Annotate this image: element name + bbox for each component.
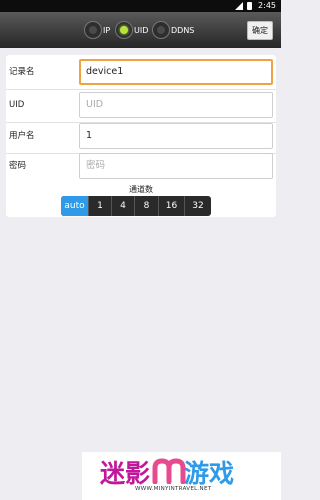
channel-count-selector: auto 1 4 8 16 32 <box>61 196 211 216</box>
radio-icon <box>152 21 170 39</box>
username-input[interactable]: 1 <box>79 123 273 149</box>
record-name-label: 记录名 <box>9 67 35 77</box>
uid-input[interactable]: UID <box>79 92 273 118</box>
status-bar: 2:45 <box>0 0 281 12</box>
battery-icon <box>247 2 252 10</box>
uid-label: UID <box>9 100 25 110</box>
status-time: 2:45 <box>258 1 276 10</box>
channel-option-4[interactable]: 4 <box>112 196 135 216</box>
radio-icon <box>84 21 102 39</box>
mode-ip-label: IP <box>103 25 111 35</box>
record-name-input[interactable]: device1 <box>79 59 273 85</box>
username-row: 用户名 1 <box>6 119 276 153</box>
channel-count-label: 通道数 <box>129 185 153 194</box>
mode-ddns-option[interactable]: DDNS <box>152 21 194 39</box>
channel-option-32[interactable]: 32 <box>185 196 211 216</box>
password-label: 密码 <box>9 161 27 171</box>
confirm-button[interactable]: 确定 <box>247 21 273 40</box>
record-name-row: 记录名 device1 <box>6 55 276 89</box>
channel-option-auto[interactable]: auto <box>61 196 89 216</box>
channel-option-8[interactable]: 8 <box>135 196 159 216</box>
mode-ddns-label: DDNS <box>171 25 195 35</box>
mode-uid-option[interactable]: UID <box>115 21 148 39</box>
watermark-url: WWW.MINYINTRAVEL.NET <box>135 486 212 492</box>
radio-selected-icon <box>115 21 133 39</box>
watermark-m-icon <box>152 458 186 484</box>
username-label: 用户名 <box>9 131 35 141</box>
device-form-card: 记录名 device1 UID UID 用户名 1 密码 密码 通道数 auto… <box>6 55 276 217</box>
uid-row: UID UID <box>6 88 276 122</box>
password-row: 密码 密码 <box>6 149 276 183</box>
watermark-logo: 迷影 游戏 WWW.MINYINTRAVEL.NET <box>82 452 281 500</box>
top-toolbar: IP UID DDNS 确定 <box>0 12 281 48</box>
password-input[interactable]: 密码 <box>79 153 273 179</box>
channel-option-16[interactable]: 16 <box>159 196 185 216</box>
mode-uid-label: UID <box>134 25 149 35</box>
channel-option-1[interactable]: 1 <box>89 196 112 216</box>
signal-icon <box>235 2 243 10</box>
mode-ip-option[interactable]: IP <box>84 21 110 39</box>
